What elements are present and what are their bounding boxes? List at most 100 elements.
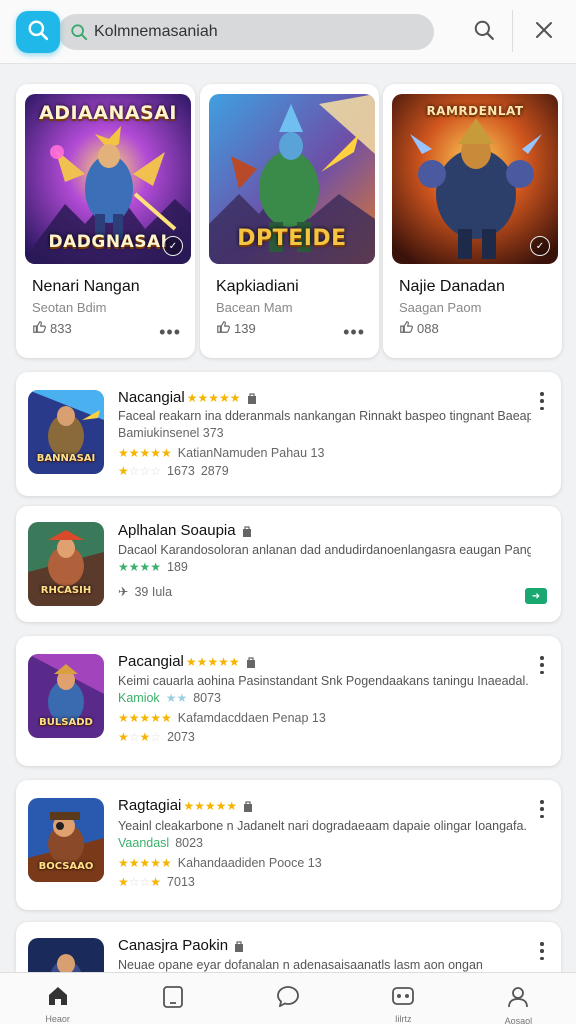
rating-stars: ★★ [165, 691, 188, 705]
game-rating-row: ★☆☆☆ 1673 2879 [118, 464, 229, 478]
thumbs-up-icon [32, 320, 46, 337]
featured-games: ADIAANASAI DADGNASAI ✓ Nenari Nangan Seo… [16, 84, 562, 360]
game-title-row: Ragtagiai ★★★★★ [118, 797, 254, 814]
game-title: Nacangial [118, 389, 185, 406]
game-description: Faceal reakarn ina dderanmals nankangan … [118, 409, 531, 423]
nav-games[interactable]: Iilrtz [346, 973, 461, 1024]
game-thumbnail: BANNASAI [28, 390, 104, 474]
tablet-icon [162, 985, 184, 1014]
art-title: RAMRDENLAT [426, 104, 524, 118]
featured-subtitle: Bacean Mam [216, 300, 293, 315]
rating-count: 7013 [167, 875, 195, 889]
game-list-item[interactable]: BANNASAI Nacangial ★★★★★ Faceal reakarn … [16, 372, 561, 496]
game-title-row: Aplhalan Soaupia [118, 522, 253, 539]
more-options-icon[interactable] [539, 392, 545, 410]
more-options-icon[interactable]: ••• [343, 322, 365, 343]
search-icon [27, 19, 49, 46]
game-thumbnail: BOCSAAO [28, 798, 104, 882]
toolbar-divider [512, 10, 513, 52]
verified-icon [245, 656, 257, 668]
verified-icon [233, 940, 245, 952]
art-subtitle: DPTEIDE [237, 226, 347, 251]
rating-count: 2073 [167, 730, 195, 744]
rating-stars: ★☆★☆ [118, 730, 162, 744]
more-options-icon[interactable]: ••• [159, 322, 181, 343]
game-rating-row: ★★★★★ Kahandaadiden Pooce 13 [118, 856, 322, 870]
rating-stars: ★☆☆★ [118, 875, 162, 889]
game-thumbnail: BULSADD [28, 654, 104, 738]
game-list-item[interactable]: RHCASIH Aplhalan Soaupia Dacaol Karandos… [16, 506, 561, 622]
rating-value: 189 [167, 560, 188, 574]
art-title: ADIAANASAI [38, 102, 178, 124]
game-meta: Vaandasl 8023 [118, 836, 203, 850]
game-meta: Kamiok ★★ 8073 [118, 691, 221, 705]
search-input[interactable] [94, 23, 394, 41]
rating-count: 1673 [167, 464, 195, 478]
rating-stars: ★★★★★ [118, 856, 172, 870]
more-options-icon[interactable] [539, 942, 545, 960]
search-icon [68, 21, 90, 43]
game-list-item[interactable]: BULSADD Pacangial ★★★★★ Keimi cauarla ao… [16, 636, 561, 766]
game-rating-row: ★★★★★ KatianNamuden Pahau 13 [118, 446, 324, 460]
nav-chat[interactable] [230, 973, 345, 1024]
close-button[interactable] [530, 18, 558, 46]
nav-home[interactable]: Heaor [0, 973, 115, 1024]
game-art: RAMRDENLAT ✓ [392, 94, 558, 264]
featured-card[interactable]: RAMRDENLAT ✓ Najie Danadan Saagan Paom 0… [383, 84, 562, 358]
rating-value: 2879 [200, 464, 229, 478]
close-icon [534, 20, 554, 45]
game-rating-row: ★☆☆★ 7013 [118, 875, 195, 889]
nav-label: Heaor [45, 1014, 70, 1024]
rating-stars: ★★★★★ [183, 798, 238, 813]
nav-label: Iilrtz [394, 1014, 412, 1024]
thumbnail-title: RHCASIH [40, 585, 92, 596]
play-badge-icon: ✓ [530, 236, 550, 256]
game-title-row: Canasjra Paokin [118, 937, 245, 954]
thumbs-up-icon [216, 320, 230, 337]
more-options-icon[interactable] [539, 656, 545, 674]
rating-extra: Kahandaadiden Pooce 13 [177, 856, 322, 870]
meta-value: 8073 [193, 691, 222, 705]
play-badge-icon: ✓ [163, 236, 183, 256]
featured-likes: 088 [399, 320, 439, 337]
game-art: DPTEIDE [209, 94, 375, 264]
developer-name: Kamiok [118, 691, 160, 705]
rating-extra: KatianNamuden Pahau 13 [177, 446, 325, 460]
featured-likes-value: 139 [234, 321, 256, 336]
game-title-row: Nacangial ★★★★★ [118, 389, 258, 406]
game-title: Aplhalan Soaupia [118, 522, 236, 539]
developer-name: Vaandasl [118, 836, 170, 850]
search-icon [473, 19, 495, 46]
rating-stars: ★★★★★ [118, 446, 172, 460]
nav-profile[interactable]: Aosaol [461, 973, 576, 1024]
featured-likes: 139 [216, 320, 256, 337]
game-meta: Bamiukinsenel 373 [118, 426, 224, 440]
gamepad-icon [391, 985, 415, 1012]
game-title: Ragtagiai [118, 797, 182, 814]
game-list-item[interactable]: BOCSAAO Ragtagiai ★★★★★ Yeainl cleakarbo… [16, 780, 561, 910]
game-meta: ✈ 39 Iula [118, 584, 172, 600]
game-thumbnail: RHCASIH [28, 522, 104, 606]
featured-likes: 833 [32, 320, 72, 337]
game-description: Dacaol Karandosoloran anlanan dad andudi… [118, 543, 531, 557]
more-options-icon[interactable] [539, 800, 545, 818]
featured-title: Najie Danadan [399, 278, 505, 295]
verified-icon [241, 525, 253, 537]
game-title: Canasjra Paokin [118, 937, 229, 954]
game-title: Pacangial [118, 653, 184, 670]
search-action-button[interactable] [470, 18, 498, 46]
game-art: ADIAANASAI DADGNASAI ✓ [25, 94, 191, 264]
nav-library[interactable] [115, 973, 230, 1024]
verified-icon [246, 392, 258, 404]
bottom-navigation: Heaor Iilrtz Aosaol [0, 972, 576, 1024]
home-icon [47, 985, 69, 1012]
search-bar[interactable] [58, 14, 434, 50]
featured-card[interactable]: ADIAANASAI DADGNASAI ✓ Nenari Nangan Seo… [16, 84, 195, 358]
game-title-row: Pacangial ★★★★★ [118, 653, 257, 670]
chat-icon [276, 985, 300, 1012]
featured-card[interactable]: DPTEIDE Kapkiadiani Bacean Mam 139 ••• [200, 84, 379, 358]
featured-title: Kapkiadiani [216, 278, 299, 295]
app-search-button[interactable] [16, 11, 60, 53]
featured-likes-value: 833 [50, 321, 72, 336]
install-button[interactable]: ➜ [525, 588, 547, 604]
